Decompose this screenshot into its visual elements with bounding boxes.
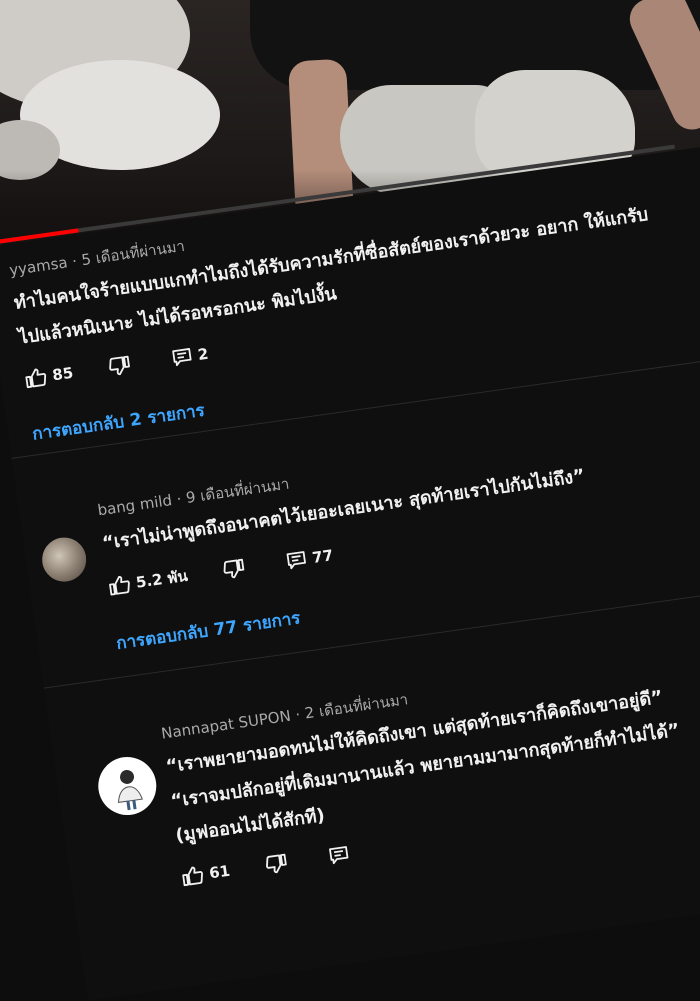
dislike-icon — [109, 355, 130, 376]
reply-icon — [286, 551, 306, 570]
reply-icon — [172, 348, 192, 367]
like-count: 85 — [51, 363, 75, 385]
reply-button[interactable] — [328, 844, 356, 865]
comment-time[interactable]: 9 เดือนที่ผ่านมา — [185, 475, 291, 507]
dislike-button[interactable] — [107, 354, 138, 378]
comment-author[interactable]: bang mild — [96, 491, 173, 519]
dislike-button[interactable] — [264, 852, 295, 876]
reply-count: 77 — [311, 546, 335, 567]
reply-button[interactable]: 2 — [171, 344, 210, 368]
dislike-button[interactable] — [222, 557, 253, 581]
like-button[interactable]: 5.2 พัน — [107, 564, 189, 599]
avatar[interactable] — [94, 753, 161, 819]
dislike-icon — [265, 853, 287, 874]
avatar[interactable] — [39, 534, 90, 585]
like-icon — [182, 866, 203, 887]
reply-count: 2 — [196, 344, 210, 364]
comment-time[interactable]: 5 เดือนที่ผ่านมา — [80, 237, 186, 269]
avatar-person-icon — [117, 769, 143, 811]
like-icon — [25, 368, 47, 389]
reply-button[interactable]: 77 — [285, 546, 334, 570]
comment-author[interactable]: yyamsa — [8, 253, 69, 279]
comment-section: yyamsa · 5 เดือนที่ผ่านมา ทำไมคนใจร้ายแบ… — [0, 142, 700, 1001]
like-icon — [109, 576, 130, 596]
comment-thread: Nannapat SUPON · 2 เดือนที่ผ่านมา “เราพย… — [160, 616, 700, 887]
dislike-icon — [223, 558, 245, 579]
like-count: 61 — [208, 861, 232, 883]
comment-time[interactable]: 2 เดือนที่ผ่านมา — [304, 690, 410, 722]
like-count: 5.2 พัน — [134, 566, 189, 592]
like-button[interactable]: 61 — [180, 861, 231, 888]
like-button[interactable]: 85 — [23, 363, 74, 390]
reply-icon — [328, 846, 349, 865]
